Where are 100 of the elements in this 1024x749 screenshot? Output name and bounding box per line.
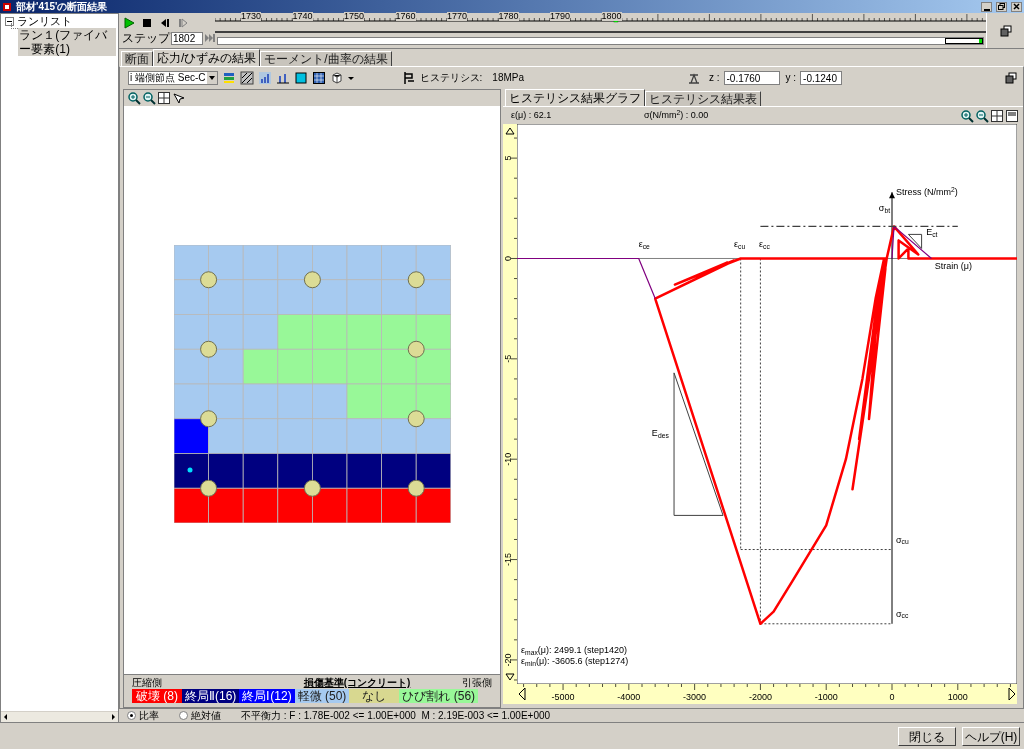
zoom-in-icon[interactable] xyxy=(960,108,974,123)
step-input[interactable]: 1802 xyxy=(171,31,203,45)
bar-chart-icon[interactable] xyxy=(257,71,272,85)
y-tick-label: 0 xyxy=(503,255,513,261)
y-tick-label: -20 xyxy=(503,653,513,667)
rebar-circle xyxy=(407,410,425,428)
z-label: z : xyxy=(708,73,720,83)
compression-label: 圧縮側 xyxy=(132,678,162,688)
extreme-note: ε$_{max}$(μ): 2499.1 (step1420) xyxy=(521,646,629,655)
annotation-label: σ$_{cc}$ xyxy=(895,609,909,619)
rebar-circle xyxy=(200,410,218,428)
rebar-circle xyxy=(303,479,321,497)
step-label: ステップ xyxy=(122,32,170,44)
x-tick-label: 0 xyxy=(889,692,895,702)
right-arrow-icon[interactable] xyxy=(1008,687,1016,701)
radio-option[interactable]: 比率 xyxy=(127,710,169,721)
node-select[interactable]: i 端側節点 Sec-C xyxy=(128,71,218,85)
radio-option[interactable]: 絶対値 xyxy=(179,710,221,721)
legend-title: 損傷基準(コンクリート) xyxy=(303,678,411,688)
timeline-tick-label: 1780 xyxy=(498,12,519,21)
window-icon[interactable] xyxy=(1005,108,1019,123)
hatch-icon[interactable] xyxy=(239,71,254,85)
y-tick-label: -10 xyxy=(503,452,513,466)
x-tick-label: -1000 xyxy=(814,692,838,702)
legend-item: なし xyxy=(349,689,400,703)
legend-item: 終局Ⅱ(16) xyxy=(182,689,240,703)
step-timeline[interactable] xyxy=(215,13,986,33)
z-input[interactable]: -0.1760 xyxy=(723,71,780,85)
cube-icon[interactable] xyxy=(329,71,344,85)
dialog-button[interactable]: 閉じる xyxy=(898,727,956,746)
collapse-icon[interactable] xyxy=(5,17,14,26)
timeline-tick-label: 1790 xyxy=(550,12,571,21)
x-tick-label: -2000 xyxy=(748,692,772,702)
rebar-circle xyxy=(407,271,425,289)
timeline-tick-label: 1740 xyxy=(292,12,313,21)
annotation-label: ε$_{cc}$ xyxy=(759,240,770,250)
strain-readout: ε(μ) : 62.1 xyxy=(511,111,553,120)
annotation-label: ε$_{ce}$ xyxy=(638,240,650,250)
zoom-in-icon[interactable] xyxy=(127,91,141,105)
graph-tab[interactable]: ヒステリシス結果表 xyxy=(645,91,761,106)
minimize-icon[interactable] xyxy=(983,7,990,11)
timeline-tick-label: 1760 xyxy=(395,12,416,21)
hysteresis-label: ヒステリシス: xyxy=(419,73,483,83)
dropdown-icon[interactable] xyxy=(206,72,217,84)
layers-icon[interactable] xyxy=(221,71,236,85)
y-axis-title: Stress (N/mm$^{2}$) xyxy=(896,188,958,198)
y-label: y : xyxy=(785,73,797,83)
zoom-out-icon[interactable] xyxy=(975,108,989,123)
up-arrow-icon[interactable] xyxy=(505,127,515,135)
tree-item[interactable]: ラン１(ファイバー要素(1) xyxy=(18,28,116,56)
unbalance-status: 不平衡力 : F : 1.78E-002 <= 1.00E+000 M : 2.19E-003 <= 1.00E+000 xyxy=(241,710,551,721)
y-tick-label: -5 xyxy=(503,354,513,363)
pointer-icon[interactable] xyxy=(172,91,186,105)
fit-icon[interactable] xyxy=(990,108,1004,123)
result-tab[interactable]: 断面 xyxy=(121,51,153,66)
windows-icon[interactable] xyxy=(1005,72,1017,84)
caret-icon[interactable] xyxy=(347,75,354,81)
hysteresis-value: 18MPa xyxy=(492,73,525,83)
bar-chart-icon[interactable] xyxy=(275,71,290,85)
zoom-out-icon[interactable] xyxy=(142,91,156,105)
tension-label: 引張側 xyxy=(462,678,492,688)
x-tick-label: -5000 xyxy=(551,692,575,702)
result-tab[interactable]: モーメント/曲率の結果 xyxy=(260,51,392,66)
timeline-tick-label: 1730 xyxy=(241,12,262,21)
legend-item: 破壊 (8) xyxy=(132,689,182,703)
window-title: 部材'415'の断面結果 xyxy=(16,1,108,12)
timeline-tick-label: 1750 xyxy=(344,12,365,21)
annotation-label: E$_{ct}$ xyxy=(926,228,938,238)
x-tick-label: -3000 xyxy=(683,692,707,702)
rebar-circle xyxy=(407,340,425,358)
point-marker xyxy=(187,467,193,473)
tree-item[interactable]: ランリスト xyxy=(17,16,72,27)
rebar-circle xyxy=(200,271,218,289)
stop-button[interactable] xyxy=(140,16,154,30)
legend-item: 軽微 (50) xyxy=(294,689,350,703)
extreme-note: ε$_{min}$(μ): -3605.6 (step1274) xyxy=(521,657,629,666)
annotation-label: ε$_{cu}$ xyxy=(734,240,746,250)
last-step-button[interactable] xyxy=(204,32,215,44)
x-axis-title: Strain (μ) xyxy=(934,262,972,272)
fit-icon[interactable] xyxy=(157,91,171,105)
rebar-circle xyxy=(200,340,218,358)
annotation-label: σ$_{bt}$ xyxy=(878,204,891,214)
left-arrow-icon[interactable] xyxy=(518,687,526,701)
dialog-button[interactable]: ヘルプ(H) xyxy=(962,727,1020,746)
y-tick-label: 5 xyxy=(503,155,513,161)
windows-icon[interactable] xyxy=(999,24,1012,37)
app-icon xyxy=(2,1,12,12)
x-tick-label: -4000 xyxy=(617,692,641,702)
result-tab[interactable]: 応力/ひずみの結果 xyxy=(153,49,261,66)
grid-icon[interactable] xyxy=(311,71,326,85)
horizontal-scrollbar[interactable] xyxy=(1,711,118,722)
play-button[interactable] xyxy=(122,16,136,30)
down-arrow-icon[interactable] xyxy=(505,673,515,681)
graph-tab[interactable]: ヒステリシス結果グラフ xyxy=(505,89,645,106)
timeline-tick-label: 1770 xyxy=(447,12,468,21)
square-icon[interactable] xyxy=(293,71,308,85)
legend-item: ひび割れ (56) xyxy=(399,689,479,703)
step-scrollbar[interactable] xyxy=(217,37,984,45)
y-input[interactable]: -0.1240 xyxy=(800,71,843,85)
minimize-button[interactable] xyxy=(981,1,992,12)
